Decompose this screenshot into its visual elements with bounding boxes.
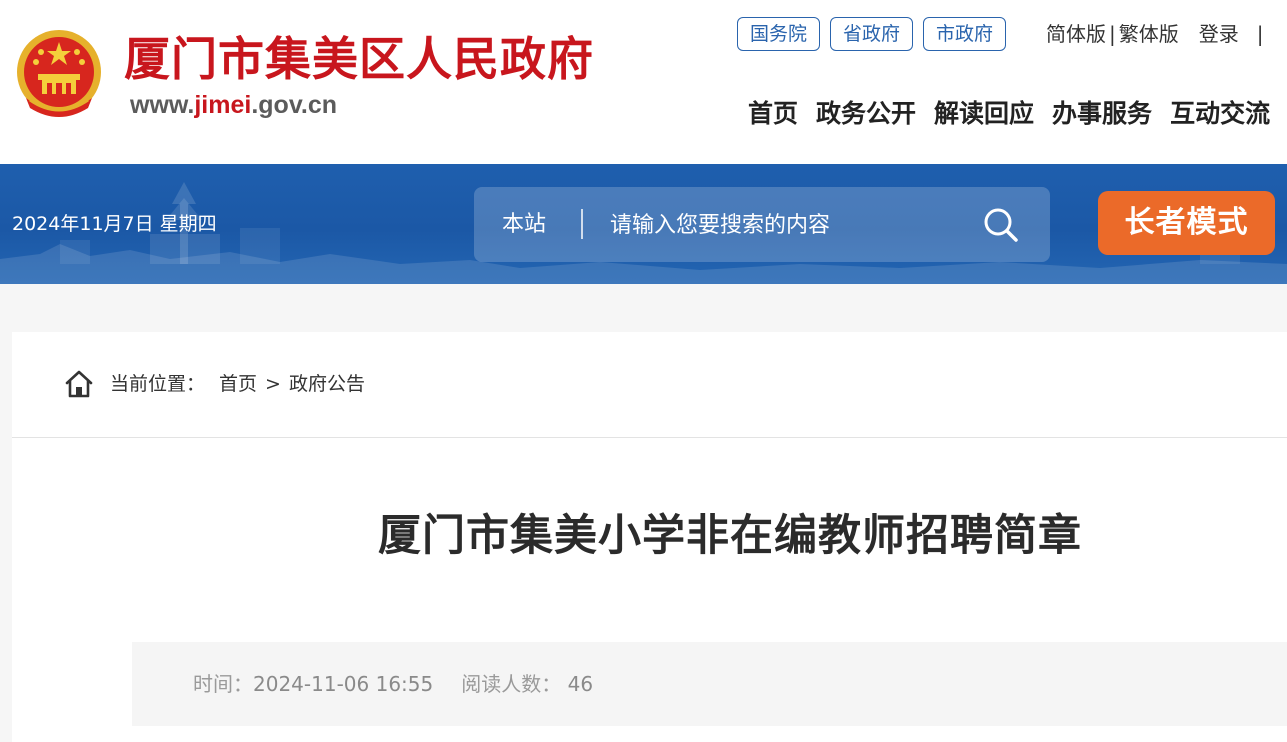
trailing-separator: | — [1256, 22, 1264, 46]
content-card: 当前位置： 首页 > 政府公告 厦门市集美小学非在编教师招聘简章 时间：2024… — [12, 332, 1287, 742]
search-box: 本站 — [474, 187, 1050, 262]
breadcrumb-current[interactable]: 政府公告 — [289, 368, 365, 400]
site-url-prefix: www. — [130, 91, 195, 119]
lang-simplified-link[interactable]: 简体版 — [1046, 17, 1106, 51]
gov-links: 国务院 省政府 市政府 — [737, 17, 1007, 51]
divider — [12, 437, 1287, 438]
site-name[interactable]: 厦门市集美区人民政府 — [124, 30, 594, 88]
site-header: 厦门市集美区人民政府 www.jimei.gov.cn 国务院 省政府 市政府 … — [0, 0, 1287, 164]
breadcrumb-label: 当前位置： — [110, 373, 206, 395]
site-url-suffix: .gov.cn — [251, 91, 338, 119]
gov-link-city[interactable]: 市政府 — [923, 17, 1007, 51]
banner: 2024年11月7日 星期四 本站 长者模式 — [0, 164, 1287, 284]
nav-item-interpretation[interactable]: 解读回应 — [934, 94, 1034, 134]
lang-traditional-link[interactable]: 繁体版 — [1119, 17, 1179, 51]
search-icon[interactable] — [982, 206, 1020, 244]
national-emblem-icon[interactable] — [14, 28, 104, 124]
breadcrumb-home[interactable]: 首页 — [219, 368, 257, 400]
nav-item-home[interactable]: 首页 — [748, 94, 798, 134]
reads-label: 阅读人数： — [461, 672, 562, 696]
time-label: 时间： — [193, 672, 253, 696]
site-url-accent: jimei — [194, 91, 252, 119]
article-meta-text: 时间：2024-11-06 16:55 阅读人数： 46 — [193, 669, 593, 699]
gov-link-state-council[interactable]: 国务院 — [737, 17, 821, 51]
read-count: 46 — [567, 672, 594, 696]
search-input[interactable] — [592, 205, 962, 245]
article-meta: 时间：2024-11-06 16:55 阅读人数： 46 — [132, 642, 1287, 726]
home-icon — [65, 370, 93, 398]
breadcrumb-separator: > — [265, 373, 281, 395]
nav-item-services[interactable]: 办事服务 — [1052, 94, 1152, 134]
breadcrumb: 当前位置： 首页 > 政府公告 — [64, 368, 365, 400]
top-right-links: 简体版 | 繁体版 登录 | — [1046, 17, 1264, 51]
main-nav: 首页 政务公开 解读回应 办事服务 互动交流 — [748, 94, 1270, 134]
nav-item-interaction[interactable]: 互动交流 — [1170, 94, 1270, 134]
article-title: 厦门市集美小学非在编教师招聘简章 — [378, 511, 1082, 561]
publish-time: 2024-11-06 16:55 — [253, 672, 434, 696]
nav-item-gov-affairs[interactable]: 政务公开 — [816, 94, 916, 134]
search-divider — [581, 209, 583, 239]
login-link[interactable]: 登录 — [1199, 17, 1239, 51]
gov-link-province[interactable]: 省政府 — [830, 17, 914, 51]
site-url: www.jimei.gov.cn — [130, 88, 337, 122]
lang-separator: | — [1109, 22, 1116, 46]
search-scope-selector[interactable]: 本站 — [502, 209, 546, 241]
elder-mode-button[interactable]: 长者模式 — [1098, 191, 1275, 255]
current-date: 2024年11月7日 星期四 — [12, 213, 217, 235]
